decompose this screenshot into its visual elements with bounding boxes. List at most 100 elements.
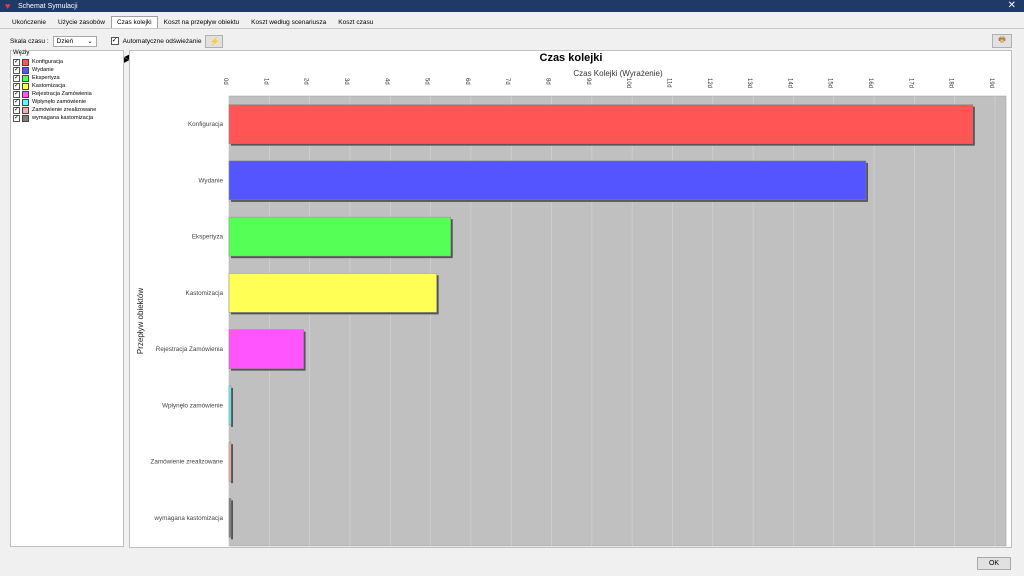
legend-item-label: Wpłynęło zamówienie bbox=[32, 99, 87, 105]
refresh-icon: ⚡ bbox=[209, 36, 220, 46]
legend-item[interactable]: ✓ Rejestracja Zamówienia bbox=[13, 90, 96, 98]
print-button[interactable]: 🖶 bbox=[992, 34, 1012, 48]
tab-ukonczenie[interactable]: Ukończenie bbox=[6, 16, 52, 28]
legend-item-label: Zamówienie zrealizowane bbox=[32, 107, 97, 113]
queue-time-chart: Czas kolejki Czas Kolejki (Wyrażenie) Prze… bbox=[136, 52, 1007, 547]
bar-shadow bbox=[231, 444, 234, 484]
legend-item[interactable]: ✓ Wpłynęło zamówienie bbox=[13, 98, 96, 106]
legend-item-checkbox[interactable]: ✓ bbox=[13, 106, 20, 114]
x-tick-label: 4d bbox=[383, 78, 389, 85]
legend-item[interactable]: ✓ Wydanie bbox=[13, 66, 96, 74]
legend-item-checkbox[interactable]: ✓ bbox=[13, 98, 20, 106]
legend-swatch bbox=[22, 74, 29, 82]
legend-swatch bbox=[22, 90, 29, 98]
legend-item[interactable]: ✓ Ekspertyza bbox=[13, 74, 96, 82]
auto-refresh-label: Automatyczne odświeżanie bbox=[122, 37, 202, 45]
window-title: Schemat Symulacji bbox=[18, 2, 78, 10]
x-tick-label: 14d bbox=[786, 78, 792, 88]
bar bbox=[228, 441, 232, 482]
legend-swatch bbox=[22, 66, 29, 74]
x-tick-label: 19d bbox=[988, 78, 994, 88]
bar bbox=[228, 329, 304, 369]
chart-frame: Czas kolejki Czas Kolejki (Wyrażenie) Prze… bbox=[129, 50, 1012, 548]
x-tick-label: 3d bbox=[343, 78, 349, 85]
legend-item-label: wymagana kastomizacja bbox=[32, 115, 93, 121]
x-tick-label: 9d bbox=[585, 78, 591, 85]
legend-swatch bbox=[22, 82, 29, 90]
legend-item-label: Ekspertyza bbox=[32, 75, 60, 81]
y-axis-label: Przepływ obiektów bbox=[136, 288, 145, 354]
heart-icon: ♥ bbox=[5, 0, 11, 11]
x-axis-label: Czas Kolejki (Wyrażenie) bbox=[573, 69, 663, 78]
bar bbox=[228, 104, 974, 144]
tab-bar: Ukończenie Użycie zasobów Czas kolejki K… bbox=[6, 16, 379, 28]
legend-panel: Węzły ✓ Konfiguracja ✓ Wydanie ✓ Ekspertyza ✓ K… bbox=[10, 50, 124, 547]
toolbar: Skala czasu : Dzień ⌄ ✓ Automatyczne odś… bbox=[10, 34, 224, 48]
printer-icon: 🖶 bbox=[998, 35, 1006, 44]
tab-koszt-na-przeplyw[interactable]: Koszt na przepływ obiektu bbox=[158, 16, 246, 28]
chevron-down-icon: ⌄ bbox=[87, 38, 93, 45]
tab-uzycie-zasobow[interactable]: Użycie zasobów bbox=[52, 16, 111, 28]
x-tick-label: 1d bbox=[262, 78, 268, 85]
legend-swatch bbox=[22, 106, 29, 114]
bar bbox=[228, 216, 451, 257]
legend-item-checkbox[interactable]: ✓ bbox=[13, 66, 20, 74]
tab-czas-kolejki[interactable]: Czas kolejki bbox=[110, 16, 158, 28]
x-tick-label: 6d bbox=[464, 78, 470, 85]
x-tick-label: 12d bbox=[706, 78, 712, 88]
bar-shadow bbox=[231, 387, 234, 427]
x-tick-label: 17d bbox=[907, 78, 913, 88]
y-tick-label: Kastomizacja bbox=[186, 290, 224, 297]
close-icon[interactable]: ✕ bbox=[1008, 0, 1016, 12]
bar bbox=[228, 498, 232, 538]
x-tick-label: 11d bbox=[665, 78, 671, 88]
tab-divider bbox=[0, 28, 1024, 29]
y-tick-label: Wydanie bbox=[199, 177, 224, 184]
legend-title: Węzły bbox=[12, 50, 31, 56]
y-tick-label: wymagana kastomizacja bbox=[153, 515, 223, 522]
y-tick-label: Ekspertyza bbox=[192, 234, 224, 241]
bar bbox=[228, 160, 867, 201]
legend-item-checkbox[interactable]: ✓ bbox=[13, 90, 20, 98]
title-bar: ♥ Schemat Symulacji ✕ bbox=[0, 0, 1024, 12]
legend-item-label: Kastomizacja bbox=[32, 83, 66, 89]
tab-koszt-czasu[interactable]: Koszt czasu bbox=[332, 16, 379, 28]
tab-koszt-wedlug-scenariusza[interactable]: Koszt według scenariusza bbox=[245, 16, 332, 28]
x-tick-label: 0d bbox=[222, 78, 228, 85]
legend-item-checkbox[interactable]: ✓ bbox=[13, 114, 20, 122]
x-tick-label: 10d bbox=[625, 78, 631, 88]
x-tick-label: 8d bbox=[545, 78, 551, 85]
x-tick-label: 7d bbox=[504, 78, 510, 85]
legend-item-checkbox[interactable]: ✓ bbox=[13, 74, 20, 82]
chart-title: Czas kolejki bbox=[540, 52, 603, 64]
x-tick-label: 16d bbox=[867, 78, 873, 88]
legend-item-checkbox[interactable]: ✓ bbox=[13, 58, 20, 66]
legend-item-label: Konfiguracja bbox=[32, 59, 64, 65]
legend-item[interactable]: ✓ Konfiguracja bbox=[13, 58, 96, 66]
scale-label: Skala czasu : bbox=[10, 37, 49, 45]
legend-item-label: Wydanie bbox=[32, 67, 54, 73]
ok-button[interactable]: OK bbox=[977, 557, 1011, 570]
legend-item[interactable]: ✓ Kastomizacja bbox=[13, 82, 96, 90]
legend-list: ✓ Konfiguracja ✓ Wydanie ✓ Ekspertyza ✓ Kastomi… bbox=[13, 58, 96, 122]
x-tick-label: 5d bbox=[424, 78, 430, 85]
bar bbox=[228, 385, 232, 426]
x-tick-label: 15d bbox=[827, 78, 833, 88]
bar bbox=[228, 273, 437, 313]
legend-swatch bbox=[22, 58, 29, 66]
y-tick-label: Konfiguracja bbox=[188, 121, 224, 128]
legend-item[interactable]: ✓ Zamówienie zrealizowane bbox=[13, 106, 96, 114]
y-tick-label: Wpłynęło zamówienie bbox=[162, 402, 223, 409]
x-tick-label: 13d bbox=[746, 78, 752, 88]
bar-shadow bbox=[231, 500, 234, 540]
time-scale-value: Dzień bbox=[56, 37, 74, 45]
refresh-button[interactable]: ⚡ bbox=[205, 34, 224, 48]
legend-item[interactable]: ✓ wymagana kastomizacja bbox=[13, 114, 96, 122]
time-scale-select[interactable]: Dzień ⌄ bbox=[52, 35, 97, 47]
x-tick-label: 2d bbox=[303, 78, 309, 85]
x-tick-label: 18d bbox=[948, 78, 954, 88]
legend-item-checkbox[interactable]: ✓ bbox=[13, 82, 20, 90]
y-tick-label: Rejestracja Zamówienia bbox=[156, 346, 224, 353]
y-tick-label: Zamówienie zrealizowane bbox=[151, 459, 224, 466]
auto-refresh-checkbox[interactable]: ✓ bbox=[110, 37, 119, 45]
